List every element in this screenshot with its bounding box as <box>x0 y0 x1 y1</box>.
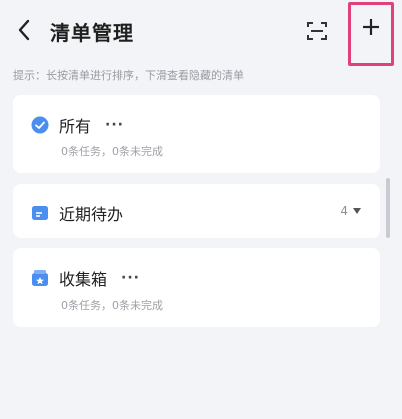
list-card-all[interactable]: 所有 ··· 0条任务，0条未完成 <box>13 95 380 173</box>
list-subtitle: 0条任务，0条未完成 <box>61 145 163 158</box>
count-value: 4 <box>340 204 348 218</box>
top-bar: 清单管理 <box>0 0 402 66</box>
list-card-inbox[interactable]: 收集箱 ··· 0条任务，0条未完成 <box>13 248 380 327</box>
list-name: 所有 <box>59 117 92 136</box>
scrollbar[interactable] <box>386 178 390 238</box>
list-subtitle: 0条任务，0条未完成 <box>61 299 163 312</box>
more-options-button[interactable]: ··· <box>105 117 124 133</box>
scan-icon <box>307 22 327 40</box>
plus-icon <box>363 19 379 35</box>
chevron-left-icon <box>18 19 30 41</box>
list-name: 近期待办 <box>59 205 124 224</box>
caret-down-icon <box>353 208 361 214</box>
scan-button[interactable] <box>302 17 332 45</box>
inbox-tray-icon <box>31 204 49 222</box>
back-button[interactable] <box>10 14 38 46</box>
list-card-recent-todo[interactable]: 近期待办 4 <box>13 184 380 238</box>
list-count[interactable]: 4 <box>340 204 362 218</box>
list-card-title-row: 所有 ··· <box>31 113 124 137</box>
page-title: 清单管理 <box>50 21 134 45</box>
list-card-title-row: 收集箱 ··· <box>31 266 140 290</box>
list-name: 收集箱 <box>59 270 108 289</box>
check-circle-icon <box>31 116 49 134</box>
list-card-title-row: 近期待办 <box>31 201 123 225</box>
add-list-button[interactable] <box>348 2 394 66</box>
hint-text: 提示：长按清单进行排序，下滑查看隐藏的清单 <box>13 69 244 82</box>
more-options-button[interactable]: ··· <box>121 270 140 286</box>
collection-box-icon <box>31 269 49 287</box>
